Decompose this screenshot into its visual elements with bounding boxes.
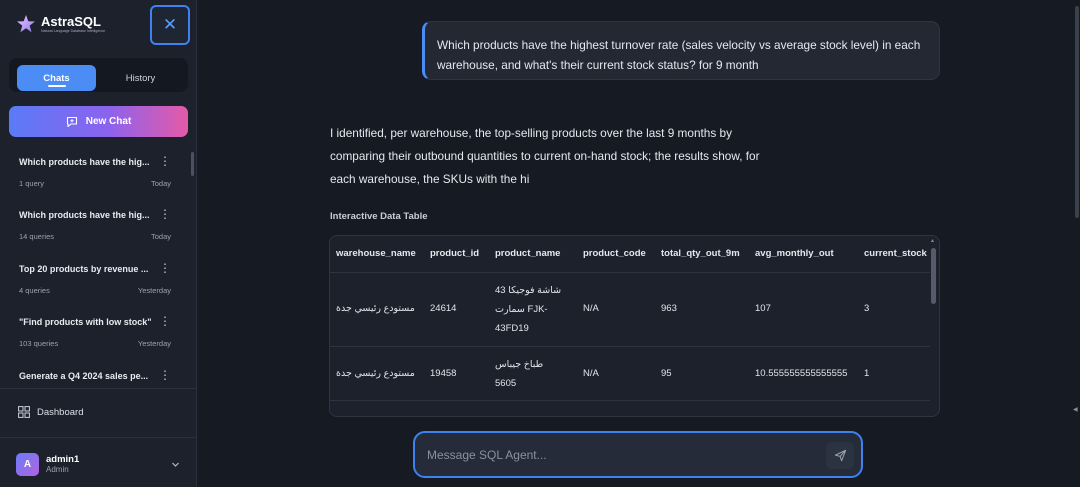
chat-list-item[interactable]: "Find products with low stock" 103 queri…	[19, 314, 171, 357]
table-cell: 19458	[430, 368, 457, 379]
chat-title: Which products have the hig...	[19, 157, 150, 167]
table-cell: 963	[661, 303, 677, 314]
column-header[interactable]: total_qty_out_9m	[661, 248, 740, 259]
more-options-icon[interactable]: ⋮	[159, 207, 171, 221]
logo-title: AstraSQL	[41, 13, 101, 29]
new-chat-label: New Chat	[85, 116, 132, 127]
main-scrollbar[interactable]	[1075, 6, 1079, 218]
close-icon: ✕	[162, 15, 178, 34]
column-header[interactable]: avg_monthly_out	[755, 248, 834, 259]
chat-list-item[interactable]: Which products have the hig... 14 querie…	[19, 207, 171, 250]
send-icon	[834, 449, 846, 462]
logo-subtitle: Natural Language Database Intelligence	[41, 28, 106, 33]
chat-list-item[interactable]: Generate a Q4 2024 sales pe... ⋮	[19, 368, 171, 388]
user-name: admin1	[46, 454, 80, 465]
grid-icon	[18, 406, 30, 418]
chat-date: Today	[150, 179, 171, 188]
close-sidebar-button[interactable]: ✕	[150, 5, 190, 45]
scroll-up-icon[interactable]: ▲	[930, 238, 935, 244]
chat-list-item[interactable]: Top 20 products by revenue ... 4 queries…	[19, 261, 171, 304]
table-cell: 24614	[430, 303, 457, 314]
more-options-icon[interactable]: ⋮	[159, 368, 171, 382]
chat-query-count: 1 query	[19, 179, 45, 188]
chat-date: Yesterday	[137, 339, 171, 348]
chat-date: Today	[150, 232, 171, 241]
new-chat-button[interactable]: New Chat	[9, 106, 188, 137]
column-header[interactable]: product_code	[583, 248, 646, 259]
dashboard-label: Dashboard	[37, 406, 84, 418]
user-role: Admin	[46, 465, 69, 474]
table-cell: 107	[755, 303, 771, 314]
tab-history-label: History	[125, 72, 156, 84]
chat-title: "Find products with low stock"	[19, 317, 152, 327]
star-logo-icon	[17, 15, 35, 33]
table-cell: N/A	[583, 368, 599, 379]
chat-title: Which products have the hig...	[19, 210, 150, 220]
tab-history[interactable]: History	[101, 65, 180, 91]
chat-main: Which products have the highest turnover…	[198, 0, 1080, 487]
active-tab-indicator	[48, 85, 66, 87]
chat-list-scrollbar[interactable]	[191, 152, 194, 176]
chat-date: Yesterday	[137, 286, 171, 295]
chat-list-item[interactable]: Which products have the hig... 1 query To…	[19, 154, 171, 197]
chat-title: Top 20 products by revenue ...	[19, 264, 149, 274]
chat-list: Which products have the hig... 1 query To…	[0, 148, 197, 388]
table-cell: 1	[864, 368, 870, 379]
table-cell: 10.555555555555555	[755, 368, 848, 379]
tab-chats-label: Chats	[43, 72, 70, 84]
scroll-right-icon[interactable]: ◀	[1073, 406, 1078, 413]
divider	[0, 388, 197, 389]
chevron-down-icon[interactable]	[171, 460, 180, 469]
table-scrollbar[interactable]	[931, 248, 936, 304]
chat-title: Generate a Q4 2024 sales pe...	[19, 371, 149, 381]
dashboard-link[interactable]: Dashboard	[18, 406, 83, 418]
sidebar: AstraSQL Natural Language Database Intel…	[0, 0, 197, 487]
column-header[interactable]: current_stock	[864, 248, 927, 259]
sidebar-tabs: Chats History	[9, 58, 188, 92]
tab-chats[interactable]: Chats	[17, 65, 96, 91]
column-header[interactable]: warehouse_name	[336, 248, 416, 259]
column-header[interactable]: product_name	[495, 248, 560, 259]
row-separator	[330, 272, 930, 273]
user-message-bubble: Which products have the highest turnover…	[422, 21, 940, 80]
user-profile[interactable]: A admin1 Admin	[16, 453, 79, 476]
more-options-icon[interactable]: ⋮	[159, 314, 171, 328]
table-cell: مستودع رئيسي جدة	[336, 368, 415, 379]
chat-bubble-icon	[66, 116, 77, 127]
row-separator	[330, 346, 930, 347]
chat-query-count: 103 queries	[19, 339, 59, 348]
column-header[interactable]: product_id	[430, 248, 479, 259]
table-caption: Interactive Data Table	[330, 211, 428, 222]
chat-query-count: 4 queries	[19, 286, 50, 295]
send-button[interactable]	[826, 442, 854, 469]
table-cell: 95	[661, 368, 672, 379]
message-composer	[413, 431, 863, 478]
table-cell: مستودع رئيسي جدة	[336, 303, 415, 314]
app-logo: AstraSQL Natural Language Database Intel…	[16, 14, 105, 34]
row-separator	[330, 400, 930, 401]
chat-query-count: 14 queries	[19, 232, 55, 241]
divider	[0, 437, 197, 438]
data-table[interactable]: warehouse_name product_id product_name p…	[329, 235, 940, 417]
more-options-icon[interactable]: ⋮	[159, 154, 171, 168]
more-options-icon[interactable]: ⋮	[159, 261, 171, 275]
assistant-reply: I identified, per warehouse, the top-sel…	[330, 126, 760, 186]
message-input[interactable]	[427, 445, 807, 465]
table-cell: طباخ جيباس 5605	[495, 359, 544, 389]
table-cell: N/A	[583, 303, 599, 314]
avatar: A	[16, 453, 39, 476]
table-cell: شاشة فوجيكا 43 سمارت FJK-43FD19	[495, 285, 562, 334]
table-cell: 3	[864, 303, 870, 314]
